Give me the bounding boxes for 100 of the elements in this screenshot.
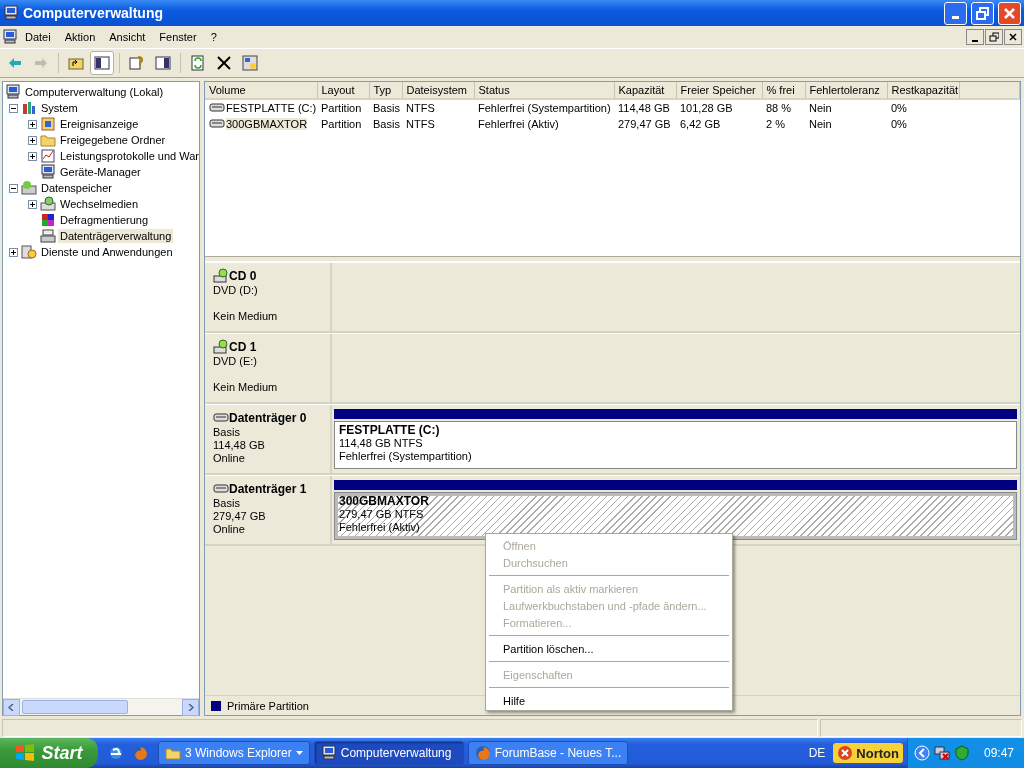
- chevron-left-icon[interactable]: [8, 703, 15, 711]
- computer-icon: [3, 5, 19, 21]
- tree-item[interactable]: Defragmentierung: [58, 213, 151, 227]
- tree-item[interactable]: Wechselmedien: [58, 197, 141, 211]
- tree-item[interactable]: Datenspeicher: [39, 181, 114, 195]
- expand-toggle[interactable]: [9, 183, 18, 193]
- taskbar-button[interactable]: 3 Windows Explorer: [158, 741, 310, 765]
- column-header[interactable]: Dateisystem: [402, 82, 474, 99]
- arrow-right-icon: [33, 55, 49, 71]
- tree-item[interactable]: Leistungsprotokolle und War: [58, 149, 199, 163]
- tree-item[interactable]: Computerverwaltung (Lokal): [23, 85, 166, 99]
- table-cell-text: Basis: [372, 117, 401, 132]
- expand-toggle[interactable]: [9, 103, 18, 113]
- menu-item[interactable]: Hilfe: [486, 692, 732, 709]
- volume-name[interactable]: FESTPLATTE (C:): [226, 102, 317, 114]
- disk-type: DVD (D:): [213, 284, 259, 297]
- table-cell: 88 %: [762, 99, 805, 116]
- column-header[interactable]: Fehlertoleranz: [805, 82, 887, 99]
- expand-toggle[interactable]: [28, 119, 37, 129]
- legend-label: Primäre Partition: [227, 699, 309, 712]
- tree-toggle-button[interactable]: [90, 51, 114, 75]
- computer-icon: [40, 164, 56, 180]
- close-button[interactable]: [1004, 29, 1022, 45]
- column-header[interactable]: Kapazität: [614, 82, 676, 99]
- help-icon: [129, 55, 145, 71]
- tree-item[interactable]: Datenträgerverwaltung: [58, 229, 174, 243]
- folder-icon: [165, 745, 181, 761]
- disk-name: CD 1: [229, 340, 257, 354]
- tools-icon: [21, 100, 37, 116]
- refresh-icon: [190, 55, 206, 71]
- volume-name[interactable]: 300GBMAXTOR: [226, 118, 308, 130]
- disk-name: Datenträger 1: [229, 482, 307, 496]
- computer-icon: [2, 29, 18, 45]
- blocks-icon: [40, 212, 56, 228]
- table-cell: 101,28 GB: [676, 99, 762, 116]
- partition-block[interactable]: FESTPLATTE (C:) 114,48 GB NTFS Fehlerfrei (Systempartition): [334, 421, 1017, 469]
- norton-button[interactable]: Norton: [833, 743, 903, 763]
- disk-type: DVD (E:): [213, 355, 258, 368]
- restore-button[interactable]: [985, 29, 1003, 45]
- properties-icon: [242, 55, 258, 71]
- menu-item[interactable]: Datei: [18, 29, 58, 45]
- table-cell-text: 0%: [890, 117, 908, 132]
- column-header[interactable]: Volume: [205, 82, 317, 99]
- close-icon: [1008, 32, 1018, 42]
- taskbar-button[interactable]: ForumBase - Neues T...: [467, 741, 629, 765]
- language-indicator[interactable]: DE: [800, 746, 834, 760]
- table-cell: Partition: [317, 99, 369, 116]
- start-button[interactable]: Start: [0, 738, 98, 768]
- disk-status: Kein Medium: [213, 310, 279, 323]
- partition-size: 114,48 GB NTFS: [339, 437, 423, 450]
- minimize-icon: [952, 15, 959, 19]
- column-header[interactable]: Status: [474, 82, 614, 99]
- table-cell: 114,48 GB: [614, 99, 676, 116]
- disk-type: Basis: [213, 497, 241, 510]
- windows-flag-icon: [15, 743, 36, 763]
- table-cell-text: Fehlerfrei (Aktiv): [477, 117, 560, 132]
- tree-item[interactable]: Dienste und Anwendungen: [39, 245, 175, 259]
- horizontal-scrollbar[interactable]: [3, 698, 199, 715]
- window-title: Computerverwaltung: [23, 5, 164, 21]
- tree-item[interactable]: Freigegebene Ordner: [58, 133, 168, 147]
- partition-block[interactable]: 300GBMAXTOR 279,47 GB NTFS Fehlerfrei (Aktiv): [334, 492, 1017, 540]
- tree-item[interactable]: Ereignisanzeige: [58, 117, 141, 131]
- disk-size: 114,48 GB: [213, 439, 266, 452]
- expand-toggle[interactable]: [28, 199, 37, 209]
- storage-icon: [21, 180, 37, 196]
- column-header[interactable]: Layout: [317, 82, 369, 99]
- table-cell: NTFS: [402, 99, 474, 116]
- column-header[interactable]: Freier Speicher: [676, 82, 762, 99]
- tree-item[interactable]: System: [39, 101, 80, 115]
- menu-item[interactable]: ?: [203, 29, 224, 45]
- panel-icon: [155, 55, 171, 71]
- table-cell-text: 2 %: [765, 117, 786, 132]
- disk-type: Basis: [213, 426, 241, 439]
- panel-icon: [94, 55, 110, 71]
- restore-icon: [976, 6, 989, 20]
- menu-item[interactable]: Aktion: [57, 29, 103, 45]
- table-cell: 0%: [887, 99, 959, 116]
- disk-name: CD 0: [229, 269, 257, 283]
- expand-toggle[interactable]: [9, 247, 18, 257]
- tree-item[interactable]: Geräte-Manager: [58, 165, 143, 179]
- folder-icon: [40, 132, 56, 148]
- delete-icon: [216, 55, 232, 71]
- column-header[interactable]: Restkapazität: [887, 82, 959, 99]
- close-icon: [1003, 6, 1016, 20]
- chevron-right-icon[interactable]: [187, 703, 194, 711]
- minimize-button[interactable]: [966, 29, 984, 45]
- column-header[interactable]: Typ: [369, 82, 402, 99]
- computer-icon: [5, 84, 21, 100]
- expand-toggle[interactable]: [28, 151, 37, 161]
- menu-item[interactable]: Partition löschen...: [486, 640, 732, 657]
- expand-toggle[interactable]: [28, 135, 37, 145]
- network-icon[interactable]: [933, 745, 950, 761]
- taskbar-button[interactable]: Computerverwaltung: [313, 741, 464, 765]
- partition-size: 279,47 GB NTFS: [339, 508, 424, 521]
- column-header[interactable]: % frei: [762, 82, 805, 99]
- table-cell-text: 6,42 GB: [679, 117, 722, 132]
- ie-icon[interactable]: [108, 745, 124, 761]
- menu-item[interactable]: Fenster: [152, 29, 204, 45]
- chart-icon: [40, 148, 56, 164]
- menu-item[interactable]: Ansicht: [102, 29, 153, 45]
